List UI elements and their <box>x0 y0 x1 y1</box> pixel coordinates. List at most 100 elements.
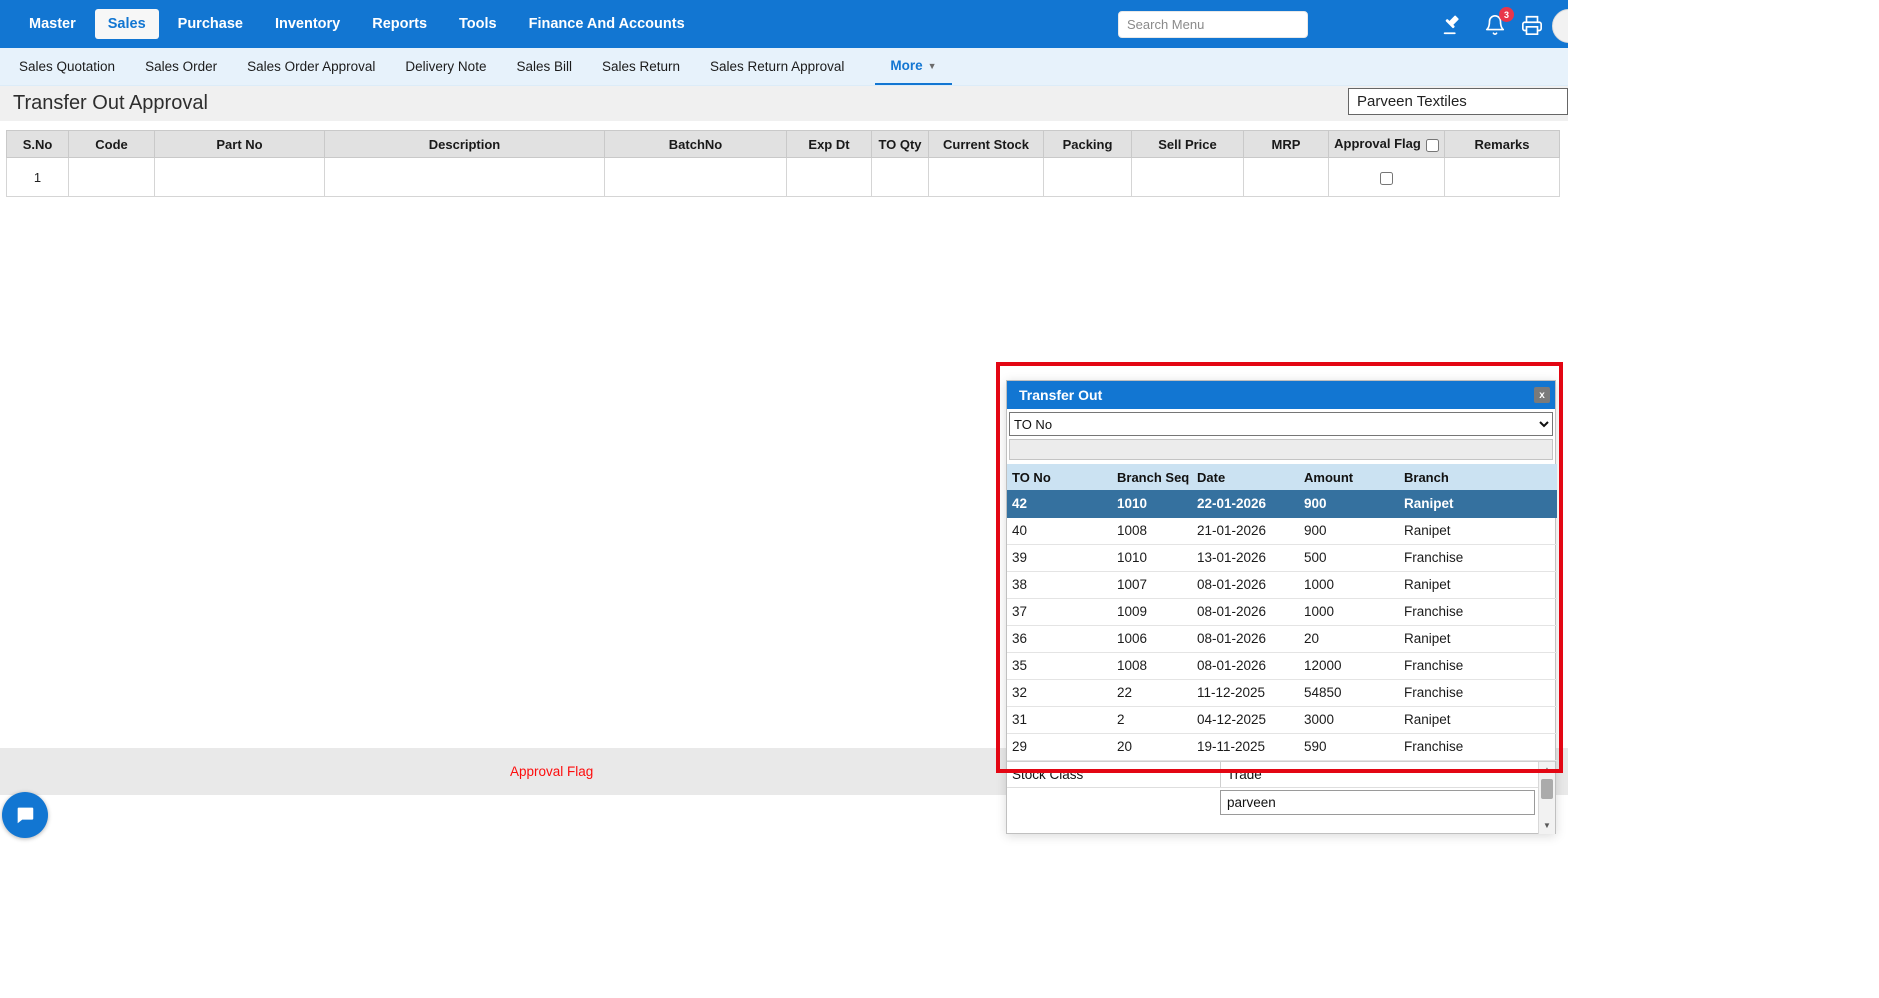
to-list-header-row: TO NoBranch SeqDateAmountBranch <box>1007 464 1557 490</box>
to-list-row-40[interactable]: 40100821-01-2026900Ranipet <box>1007 517 1557 544</box>
grid-cell-description[interactable] <box>325 158 605 197</box>
grid-data-row: 1 <box>7 158 1560 197</box>
grid-cell-current-stock[interactable] <box>929 158 1044 197</box>
user-avatar[interactable] <box>1552 9 1568 43</box>
grid-header-current-stock: Current Stock <box>929 131 1044 158</box>
to-list-cell: 37 <box>1007 598 1112 625</box>
to-list-cell: 35 <box>1007 652 1112 679</box>
to-list-cell: 1008 <box>1112 652 1192 679</box>
sub-navbar: Sales QuotationSales OrderSales Order Ap… <box>0 48 1568 86</box>
to-list-cell: 2 <box>1112 706 1192 733</box>
to-list-cell: 08-01-2026 <box>1192 571 1299 598</box>
topnav-item-inventory[interactable]: Inventory <box>262 9 353 39</box>
to-list-cell: Ranipet <box>1399 517 1557 544</box>
to-list-cell: 38 <box>1007 571 1112 598</box>
to-list-cell: Ranipet <box>1399 706 1557 733</box>
gavel-icon[interactable] <box>1440 13 1464 37</box>
to-list-cell: 590 <box>1299 733 1399 760</box>
subnav-item-sales-order-approval[interactable]: Sales Order Approval <box>232 48 390 85</box>
grid-header-batchno: BatchNo <box>605 131 787 158</box>
grid-header-code: Code <box>69 131 155 158</box>
to-list-cell: 08-01-2026 <box>1192 598 1299 625</box>
to-list-cell: 31 <box>1007 706 1112 733</box>
grid-header-row: S.NoCodePart NoDescriptionBatchNoExp DtT… <box>7 131 1560 158</box>
to-list-row-39[interactable]: 39101013-01-2026500Franchise <box>1007 544 1557 571</box>
filter-input[interactable] <box>1009 439 1553 460</box>
grid-cell-exp-dt[interactable] <box>787 158 872 197</box>
grid-cell-mrp[interactable] <box>1244 158 1329 197</box>
grid-cell-batchno[interactable] <box>605 158 787 197</box>
grid-cell-packing[interactable] <box>1044 158 1132 197</box>
to-list-cell: 36 <box>1007 625 1112 652</box>
company-name-box[interactable]: Parveen Textiles <box>1348 88 1568 115</box>
notification-badge: 3 <box>1499 7 1514 22</box>
topnav-item-finance-and-accounts[interactable]: Finance And Accounts <box>516 9 698 39</box>
to-list-cell: 1008 <box>1112 517 1192 544</box>
subnav-item-more[interactable]: More ▼ <box>875 48 951 85</box>
to-list-cell: 32 <box>1007 679 1112 706</box>
subnav-item-sales-bill[interactable]: Sales Bill <box>501 48 587 85</box>
chat-icon <box>14 804 36 826</box>
topnav-item-purchase[interactable]: Purchase <box>165 9 256 39</box>
top-navbar: MasterSalesPurchaseInventoryReportsTools… <box>0 0 1568 48</box>
subnav-item-sales-return-approval[interactable]: Sales Return Approval <box>695 48 859 85</box>
subnav-item-sales-quotation[interactable]: Sales Quotation <box>4 48 130 85</box>
scroll-down-arrow[interactable]: ▼ <box>1539 818 1555 834</box>
grid-cell-to-qty[interactable] <box>872 158 929 197</box>
popup-scrollbar[interactable]: ▲ ▼ <box>1538 762 1555 834</box>
grid-cell-code[interactable] <box>69 158 155 197</box>
topnav-item-tools[interactable]: Tools <box>446 9 510 39</box>
to-list-cell: 900 <box>1299 517 1399 544</box>
to-list-cell: 20 <box>1299 625 1399 652</box>
subnav-item-sales-return[interactable]: Sales Return <box>587 48 695 85</box>
grid-header-s-no: S.No <box>7 131 69 158</box>
to-list-row-31[interactable]: 31204-12-20253000Ranipet <box>1007 706 1557 733</box>
subnav-item-delivery-note[interactable]: Delivery Note <box>390 48 501 85</box>
to-list-cell: 1009 <box>1112 598 1192 625</box>
approval-flag-select-all-checkbox[interactable] <box>1426 139 1439 152</box>
grid-header-exp-dt: Exp Dt <box>787 131 872 158</box>
grid-cell-part-no[interactable] <box>155 158 325 197</box>
search-by-select[interactable]: TO No <box>1009 412 1553 436</box>
to-list-cell: 40 <box>1007 517 1112 544</box>
popup-titlebar[interactable]: Transfer Out x <box>1007 381 1555 409</box>
to-list-cell: 500 <box>1299 544 1399 571</box>
topnav-item-sales[interactable]: Sales <box>95 9 159 39</box>
to-list-row-38[interactable]: 38100708-01-20261000Ranipet <box>1007 571 1557 598</box>
to-list-row-32[interactable]: 322211-12-202554850Franchise <box>1007 679 1557 706</box>
popup-details: Stock Class Trade parveen ▲ ▼ <box>1007 761 1555 833</box>
search-menu-input[interactable] <box>1118 11 1308 38</box>
grid-header-packing: Packing <box>1044 131 1132 158</box>
to-list-cell: Ranipet <box>1399 571 1557 598</box>
grid-cell-sell-price[interactable] <box>1132 158 1244 197</box>
topnav-item-reports[interactable]: Reports <box>359 9 440 39</box>
to-list-cell: 20 <box>1112 733 1192 760</box>
grid-cell-remarks[interactable] <box>1445 158 1560 197</box>
grid-header-description: Description <box>325 131 605 158</box>
notification-bell-icon[interactable]: 3 <box>1483 13 1507 37</box>
to-list-row-35[interactable]: 35100808-01-202612000Franchise <box>1007 652 1557 679</box>
party-value[interactable]: parveen <box>1220 790 1535 815</box>
close-icon[interactable]: x <box>1534 387 1550 403</box>
grid-header-approval-flag: Approval Flag <box>1329 131 1445 158</box>
grid-cell-approval-flag[interactable] <box>1329 158 1445 197</box>
chat-fab-button[interactable] <box>2 792 48 838</box>
scroll-up-arrow[interactable]: ▲ <box>1539 762 1555 778</box>
to-list-cell: Franchise <box>1399 652 1557 679</box>
more-label: More <box>890 58 922 73</box>
subnav-item-sales-order[interactable]: Sales Order <box>130 48 232 85</box>
to-list-row-42[interactable]: 42101022-01-2026900Ranipet <box>1007 490 1557 517</box>
to-list-row-29[interactable]: 292019-11-2025590Franchise <box>1007 733 1557 760</box>
grid-cell-s-no[interactable]: 1 <box>7 158 69 197</box>
approval-flag-row-checkbox[interactable] <box>1380 172 1393 185</box>
to-list-cell: 1007 <box>1112 571 1192 598</box>
topnav-item-master[interactable]: Master <box>16 9 89 39</box>
to-list-cell: 29 <box>1007 733 1112 760</box>
topnav-menu: MasterSalesPurchaseInventoryReportsTools… <box>16 0 698 48</box>
to-list-row-36[interactable]: 36100608-01-202620Ranipet <box>1007 625 1557 652</box>
scrollbar-thumb[interactable] <box>1541 779 1553 799</box>
to-list-cell: 13-01-2026 <box>1192 544 1299 571</box>
print-icon[interactable] <box>1520 13 1544 37</box>
to-list-cell: 42 <box>1007 490 1112 517</box>
to-list-row-37[interactable]: 37100908-01-20261000Franchise <box>1007 598 1557 625</box>
